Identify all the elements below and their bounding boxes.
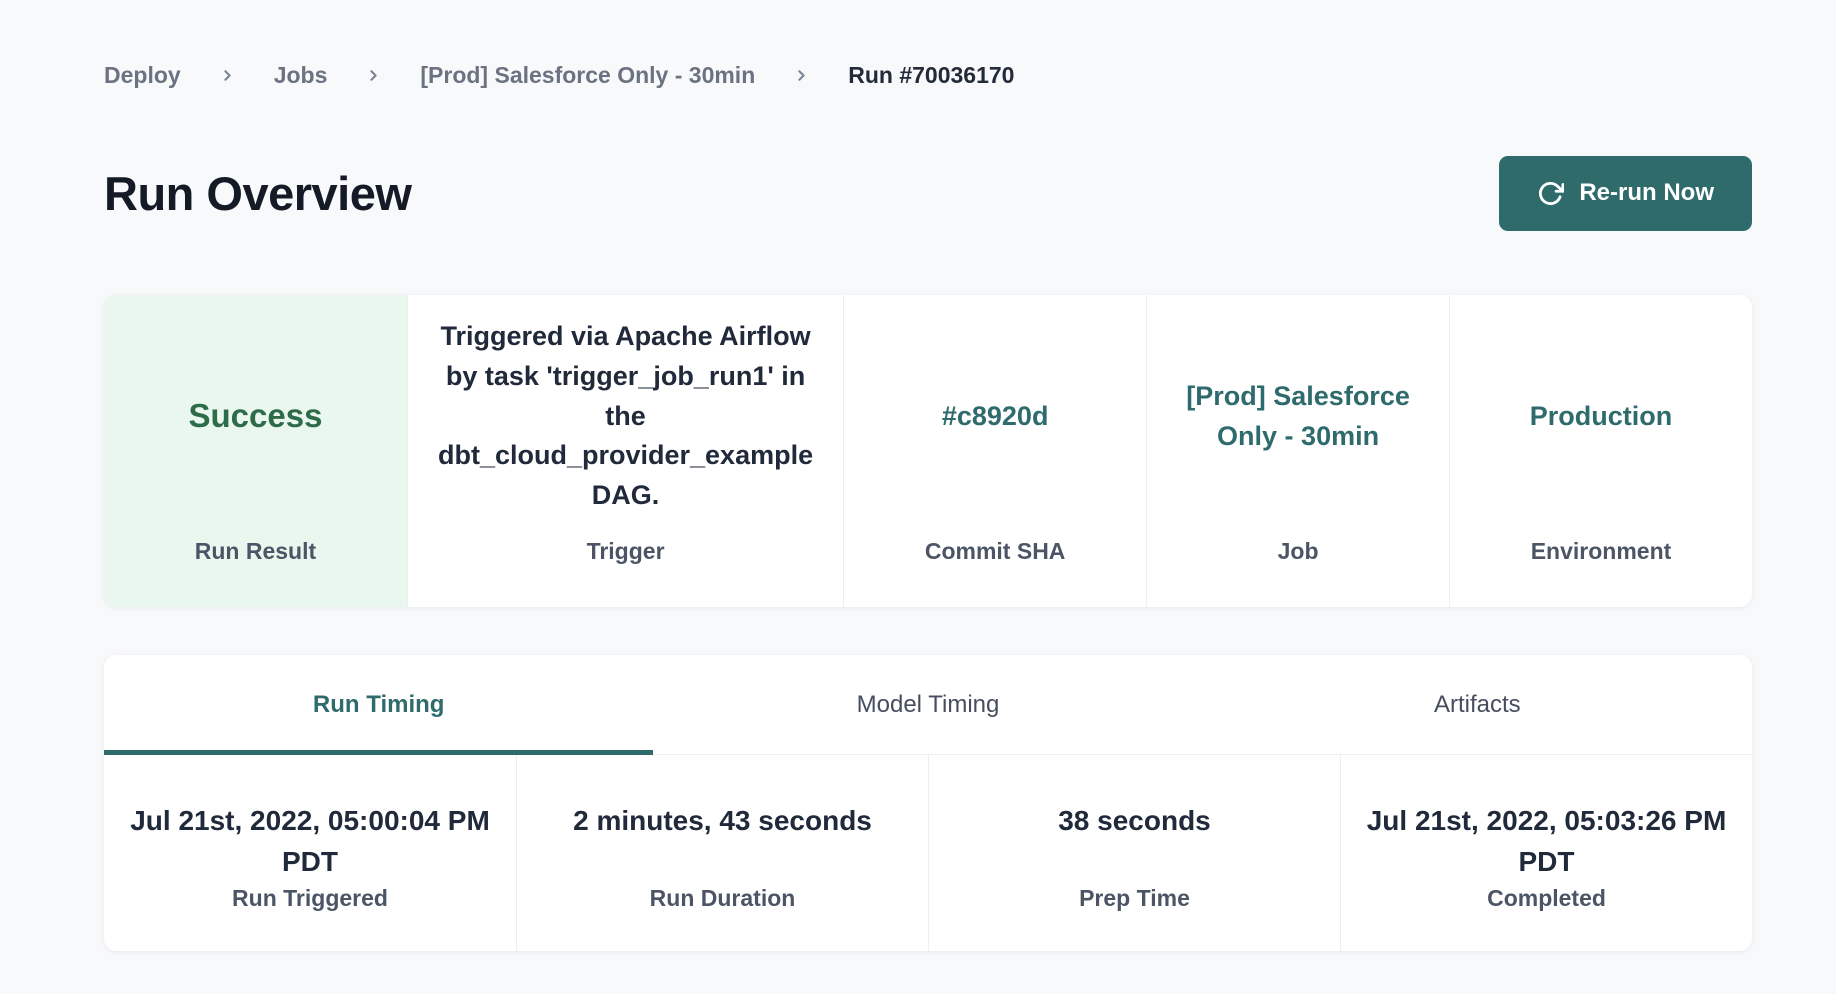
- completed-cell: Jul 21st, 2022, 05:03:26 PM PDT Complete…: [1340, 755, 1752, 951]
- commit-sha-link[interactable]: #c8920d: [942, 295, 1049, 538]
- breadcrumb-item-deploy[interactable]: Deploy: [104, 62, 181, 89]
- prep-time-label: Prep Time: [951, 885, 1318, 912]
- run-triggered-label: Run Triggered: [126, 885, 494, 912]
- breadcrumb: Deploy Jobs [Prod] Salesforce Only - 30m…: [104, 0, 1752, 89]
- prep-time-cell: 38 seconds Prep Time: [928, 755, 1340, 951]
- environment-cell: Production Environment: [1449, 295, 1752, 607]
- page-header: Run Overview Re-run Now: [104, 155, 1752, 231]
- run-overview-page: Deploy Jobs [Prod] Salesforce Only - 30m…: [0, 0, 1836, 951]
- trigger-label: Trigger: [587, 538, 665, 607]
- environment-label: Environment: [1531, 538, 1672, 607]
- page-title: Run Overview: [104, 166, 411, 221]
- run-result-value: Success: [189, 295, 323, 538]
- chevron-right-icon: [793, 67, 810, 84]
- run-duration-cell: 2 minutes, 43 seconds Run Duration: [516, 755, 928, 951]
- tab-model-timing[interactable]: Model Timing: [653, 655, 1202, 754]
- prep-time-value: 38 seconds: [951, 801, 1318, 885]
- rerun-now-label: Re-run Now: [1579, 179, 1714, 207]
- timing-card: Run Timing Model Timing Artifacts Jul 21…: [104, 655, 1752, 951]
- tab-bar: Run Timing Model Timing Artifacts: [104, 655, 1752, 755]
- commit-sha-label: Commit SHA: [925, 538, 1066, 607]
- chevron-right-icon: [219, 67, 236, 84]
- job-link[interactable]: [Prod] Salesforce Only - 30min: [1171, 295, 1425, 538]
- tab-artifacts[interactable]: Artifacts: [1203, 655, 1752, 754]
- completed-label: Completed: [1363, 885, 1730, 912]
- chevron-right-icon: [365, 67, 382, 84]
- run-duration-label: Run Duration: [539, 885, 906, 912]
- breadcrumb-item-job-name[interactable]: [Prod] Salesforce Only - 30min: [420, 62, 755, 89]
- run-result-label: Run Result: [195, 538, 316, 607]
- trigger-value: Triggered via Apache Airflow by task 'tr…: [432, 295, 819, 538]
- refresh-icon: [1537, 180, 1564, 207]
- run-result-cell: Success Run Result: [104, 295, 407, 607]
- rerun-now-button[interactable]: Re-run Now: [1499, 156, 1752, 231]
- job-label: Job: [1278, 538, 1319, 607]
- run-summary-card: Success Run Result Triggered via Apache …: [104, 295, 1752, 607]
- trigger-cell: Triggered via Apache Airflow by task 'tr…: [407, 295, 843, 607]
- tab-run-timing[interactable]: Run Timing: [104, 655, 653, 754]
- completed-value: Jul 21st, 2022, 05:03:26 PM PDT: [1363, 801, 1730, 885]
- run-triggered-cell: Jul 21st, 2022, 05:00:04 PM PDT Run Trig…: [104, 755, 516, 951]
- job-cell: [Prod] Salesforce Only - 30min Job: [1146, 295, 1449, 607]
- environment-link[interactable]: Production: [1530, 295, 1673, 538]
- breadcrumb-item-jobs[interactable]: Jobs: [274, 62, 328, 89]
- run-duration-value: 2 minutes, 43 seconds: [539, 801, 906, 885]
- run-triggered-value: Jul 21st, 2022, 05:00:04 PM PDT: [126, 801, 494, 885]
- run-timing-panel: Jul 21st, 2022, 05:00:04 PM PDT Run Trig…: [104, 755, 1752, 951]
- breadcrumb-current-run: Run #70036170: [848, 62, 1014, 89]
- commit-sha-cell: #c8920d Commit SHA: [843, 295, 1146, 607]
